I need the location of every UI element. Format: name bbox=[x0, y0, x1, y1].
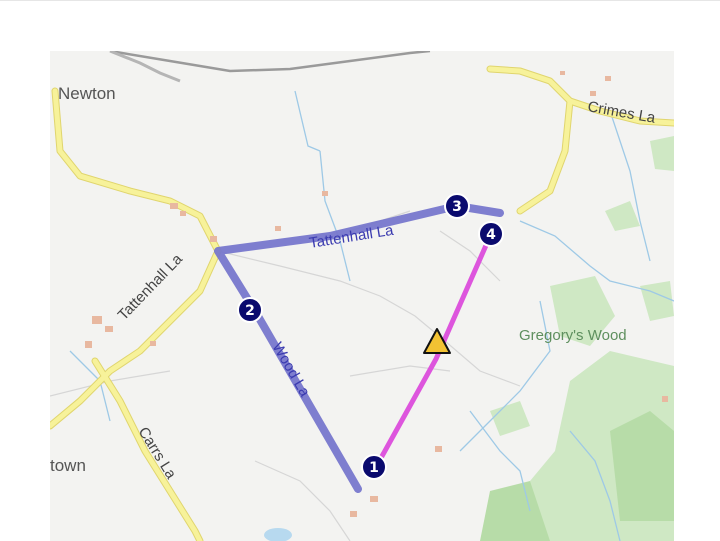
railway-line bbox=[109, 51, 431, 73]
feature-label-gregorys-wood: Gregory's Wood bbox=[519, 327, 627, 344]
waypoint-marker-2[interactable]: 2 bbox=[237, 297, 263, 323]
route-label-wood-la: Wood La bbox=[269, 340, 314, 401]
page-frame: Tattenhall La Wood La Newton town Crimes… bbox=[0, 0, 720, 541]
road-label-crimes-la: Crimes La bbox=[586, 98, 657, 127]
waypoint-number: 4 bbox=[486, 227, 496, 243]
waypoint-marker-1[interactable]: 1 bbox=[361, 454, 387, 480]
waypoint-number: 3 bbox=[452, 199, 462, 215]
map-view[interactable]: Tattenhall La Wood La Newton town Crimes… bbox=[50, 51, 674, 541]
route-label-tattenhall-la: Tattenhall La bbox=[308, 222, 395, 252]
waypoint-number: 1 bbox=[369, 460, 379, 476]
pond bbox=[264, 528, 292, 541]
place-label-newton: Newton bbox=[58, 84, 116, 103]
waypoint-number: 2 bbox=[245, 303, 255, 319]
waypoint-marker-3[interactable]: 3 bbox=[444, 193, 470, 219]
map-canvas[interactable]: Tattenhall La Wood La Newton town Crimes… bbox=[50, 51, 674, 541]
waypoint-marker-4[interactable]: 4 bbox=[478, 221, 504, 247]
place-label-town: town bbox=[50, 456, 86, 475]
route-main-path bbox=[214, 202, 504, 493]
railway-spur bbox=[109, 51, 181, 83]
